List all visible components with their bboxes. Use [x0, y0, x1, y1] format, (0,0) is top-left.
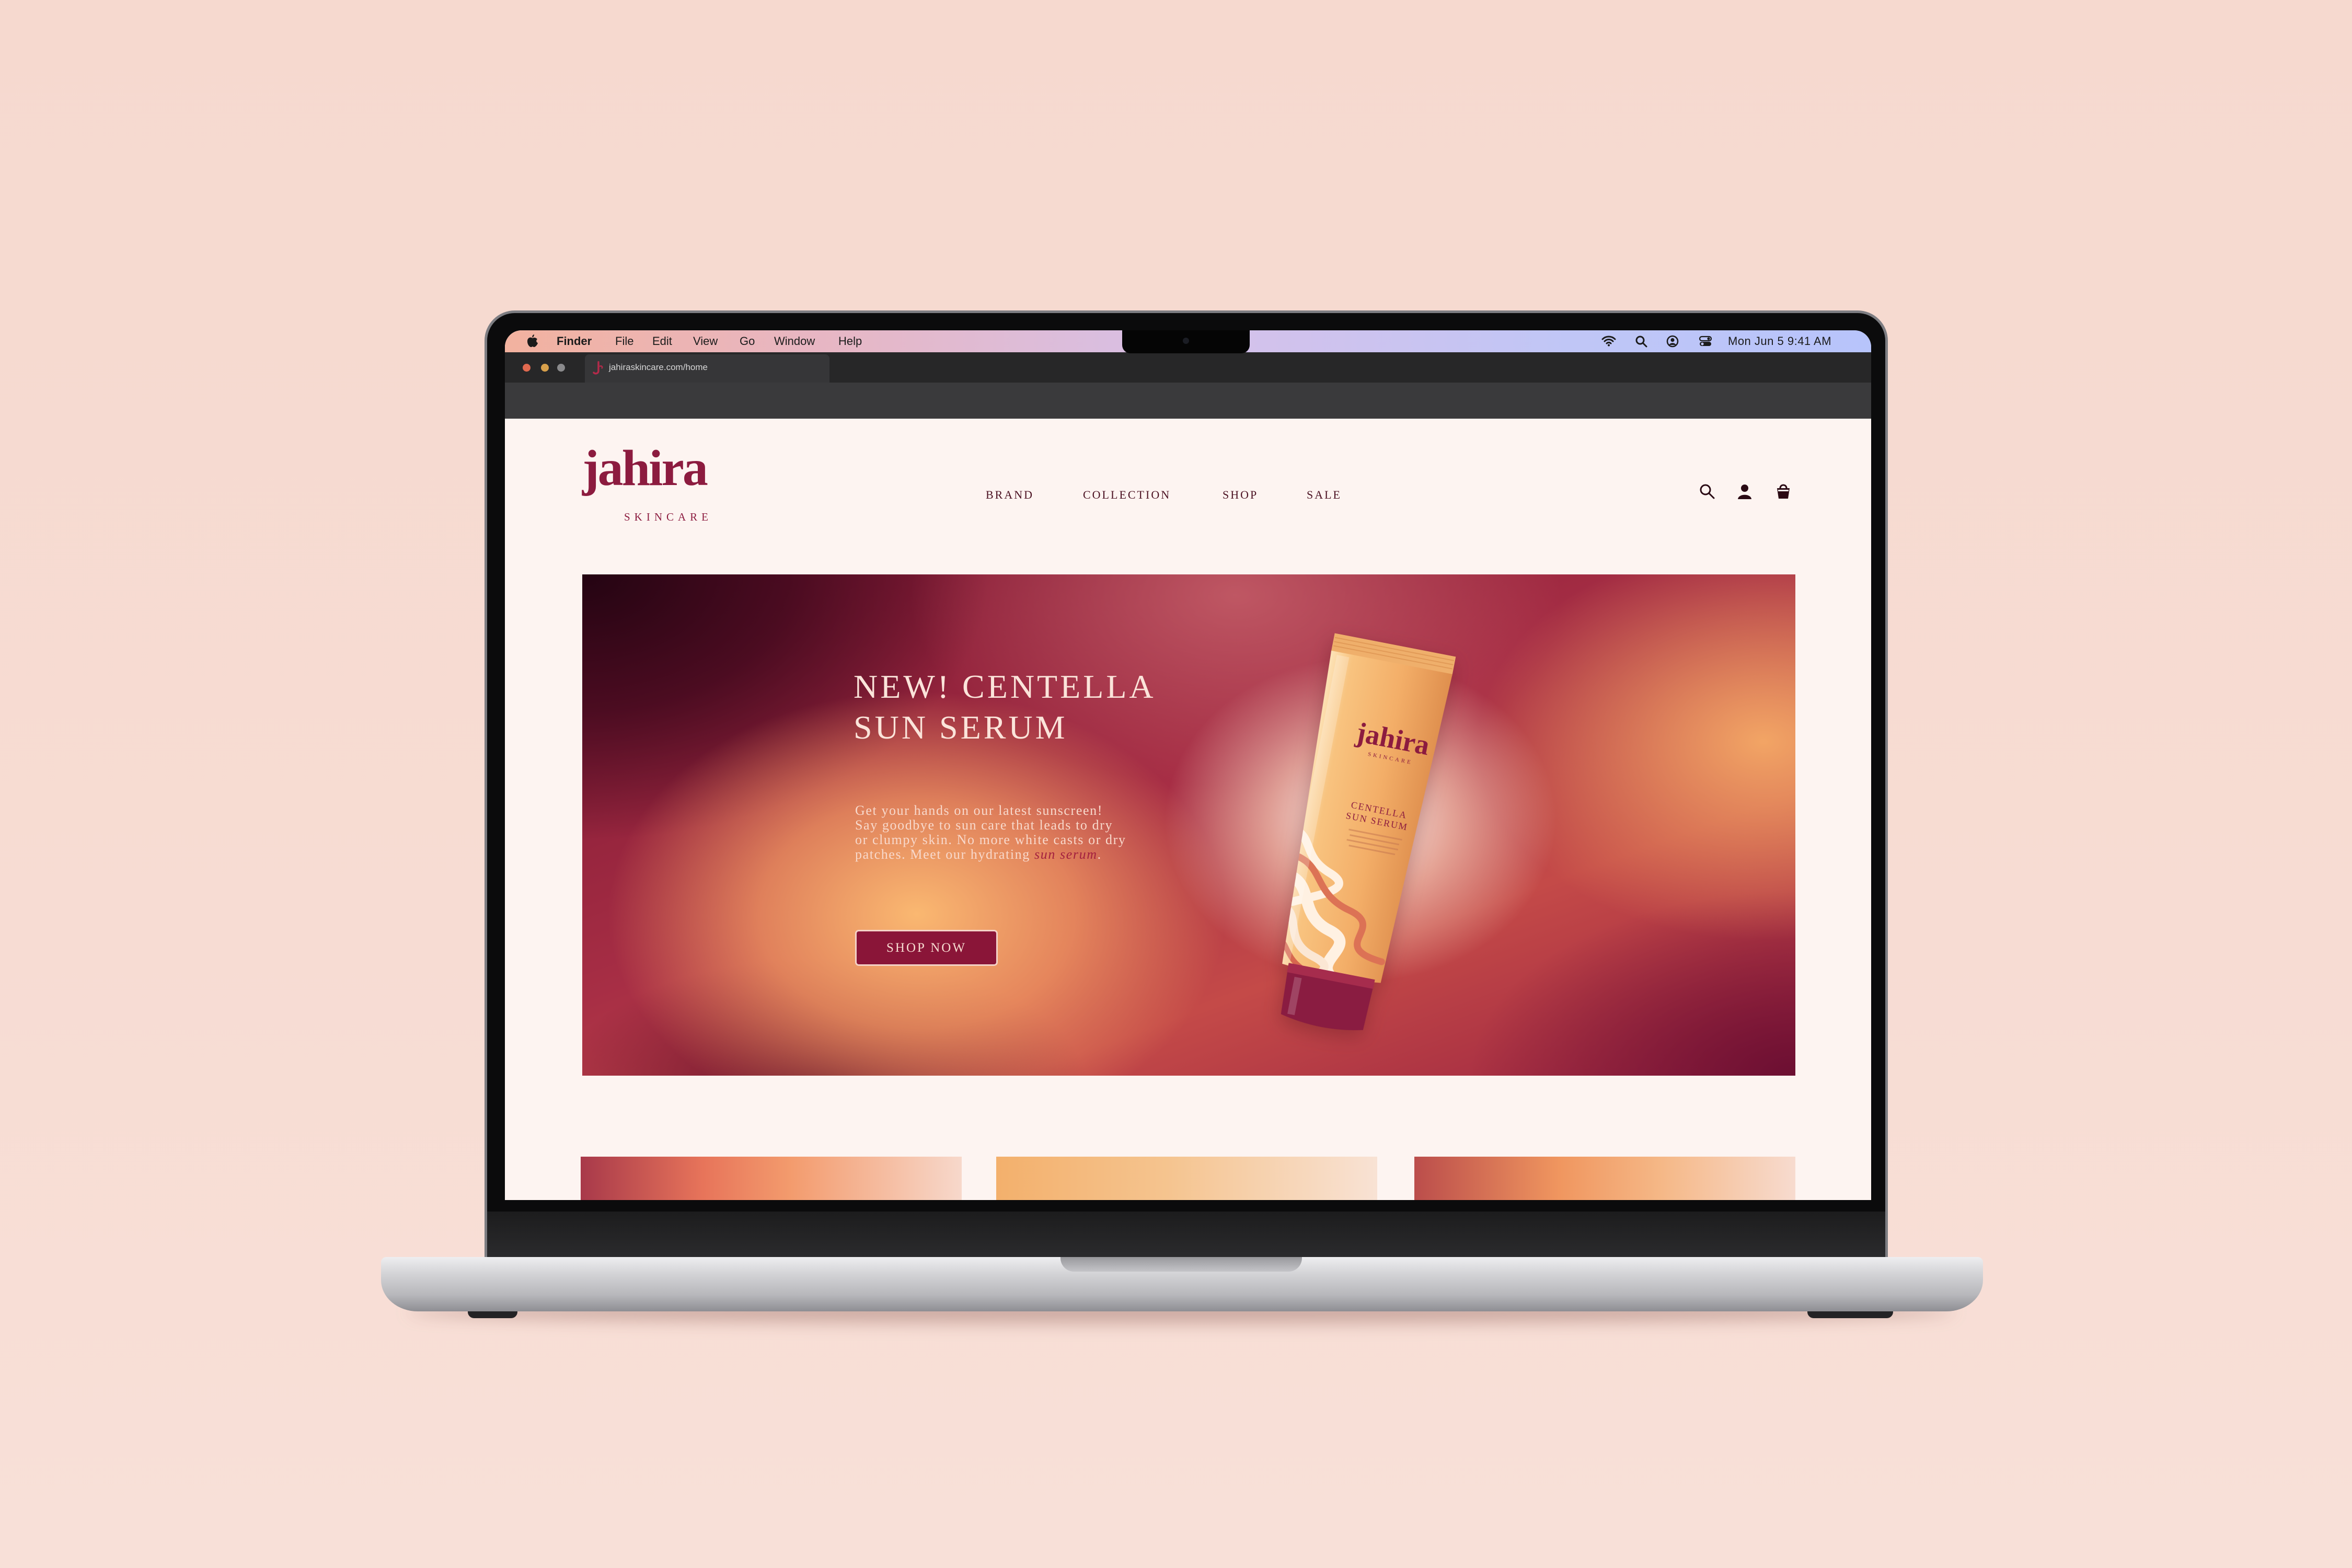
hero-description-highlight: sun serum [1034, 847, 1098, 862]
hero-headline-line-2: SUN SERUM [854, 709, 1068, 746]
site-logo[interactable]: jahira [582, 443, 708, 494]
nav-collection[interactable]: COLLECTION [1083, 488, 1171, 502]
menu-file[interactable]: File [615, 335, 633, 348]
hero-description-line: patches. Meet our hydrating sun serum. [855, 847, 1126, 862]
hero-description-end: . [1097, 847, 1102, 862]
product-tube-image: jahira SKINCARE CENTELLA SUN SERUM [1270, 633, 1456, 1031]
hero-description-line: Say goodbye to sun care that leads to dr… [855, 817, 1113, 833]
bag-icon[interactable] [1775, 483, 1792, 500]
window-minimize-button[interactable] [541, 364, 549, 372]
camera-icon [1183, 338, 1189, 344]
menu-help[interactable]: Help [838, 335, 862, 348]
menu-edit[interactable]: Edit [652, 335, 672, 348]
search-icon[interactable] [1699, 483, 1715, 500]
hero-banner: NEW! CENTELLA SUN SERUM Get your hands o… [582, 574, 1795, 1076]
account-icon[interactable] [1736, 483, 1753, 500]
menu-app-finder[interactable]: Finder [557, 335, 592, 348]
laptop-lid-notch [1060, 1257, 1302, 1272]
site-logo-subtitle: SKINCARE [624, 511, 713, 523]
apple-icon[interactable] [527, 334, 538, 350]
laptop-screen: Finder File Edit View Go Window Help Mon… [505, 330, 1871, 1200]
favicon-icon [592, 361, 604, 378]
spotlight-icon[interactable] [1635, 335, 1647, 350]
camera-notch [1122, 330, 1250, 353]
hero-description-text: patches. Meet our hydrating [855, 847, 1034, 862]
menu-view[interactable]: View [693, 335, 718, 348]
address-url[interactable]: jahiraskincare.com/home [609, 362, 708, 373]
hero-headline-line-1: NEW! CENTELLA [854, 668, 1156, 705]
control-center-icon[interactable] [1699, 335, 1712, 350]
browser-tab[interactable]: jahiraskincare.com/home [585, 354, 829, 383]
window-close-button[interactable] [523, 364, 531, 372]
web-page: jahira SKINCARE BRAND COLLECTION SHOP SA… [505, 419, 1871, 1200]
nav-sale[interactable]: SALE [1307, 488, 1342, 502]
menu-clock[interactable]: Mon Jun 5 9:41 AM [1728, 335, 1831, 348]
browser-toolbar [505, 383, 1871, 419]
nav-brand[interactable]: BRAND [986, 488, 1034, 502]
wifi-icon[interactable] [1601, 335, 1616, 349]
nav-shop[interactable]: SHOP [1223, 488, 1258, 502]
window-zoom-button[interactable] [557, 364, 565, 372]
menu-window[interactable]: Window [774, 335, 815, 348]
category-card[interactable] [1414, 1157, 1795, 1200]
menu-go[interactable]: Go [740, 335, 755, 348]
hero-headline: NEW! CENTELLA SUN SERUM [854, 666, 1156, 748]
hero-description: Get your hands on our latest sunscreen! … [855, 803, 1126, 862]
user-icon[interactable] [1666, 335, 1679, 350]
shop-now-button[interactable]: SHOP NOW [855, 930, 998, 966]
hero-description-line: or clumpy skin. No more white casts or d… [855, 832, 1126, 847]
hero-description-line: Get your hands on our latest sunscreen! [855, 803, 1103, 818]
category-card[interactable] [581, 1157, 962, 1200]
laptop-hinge [487, 1212, 1885, 1257]
category-card[interactable] [996, 1157, 1377, 1200]
browser-tab-bar: jahiraskincare.com/home [505, 352, 1871, 383]
